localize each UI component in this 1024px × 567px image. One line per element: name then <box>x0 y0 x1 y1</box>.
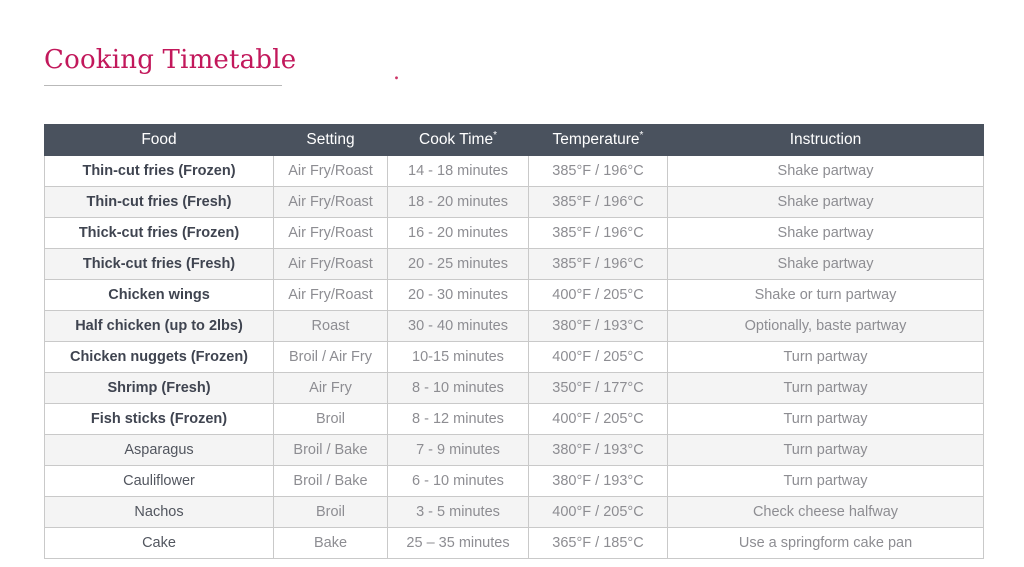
instruction-cell: Turn partway <box>667 434 984 466</box>
column-header-asterisk: * <box>493 129 497 141</box>
instruction-cell: Shake partway <box>667 217 984 249</box>
setting-cell: Broil <box>273 403 388 435</box>
instruction-cell: Turn partway <box>667 341 984 373</box>
cook-time-cell: 8 - 12 minutes <box>387 403 529 435</box>
food-cell: Shrimp (Fresh) <box>44 372 274 404</box>
temperature-cell: 400°F / 205°C <box>528 496 668 528</box>
food-cell: Chicken wings <box>44 279 274 311</box>
food-cell: Asparagus <box>44 434 274 466</box>
temperature-cell: 350°F / 177°C <box>528 372 668 404</box>
table-row[interactable]: Thick-cut fries (Frozen) Air Fry/Roast 16 … <box>44 217 984 249</box>
temperature-cell: 385°F / 196°C <box>528 186 668 218</box>
title-dot-mark: . <box>393 60 400 85</box>
food-cell: Nachos <box>44 496 274 528</box>
instruction-cell: Shake partway <box>667 155 984 187</box>
setting-cell: Roast <box>273 310 388 342</box>
column-header-food[interactable]: Food <box>44 124 274 156</box>
table-row[interactable]: Chicken nuggets (Frozen) Broil / Air Fry 1… <box>44 341 984 373</box>
temperature-cell: 380°F / 193°C <box>528 465 668 497</box>
column-header-label: Food <box>141 131 177 148</box>
temperature-cell: 385°F / 196°C <box>528 248 668 280</box>
cook-time-cell: 18 - 20 minutes <box>387 186 529 218</box>
temperature-cell: 380°F / 193°C <box>528 434 668 466</box>
table-row[interactable]: Half chicken (up to 2lbs) Roast 30 - 40 mi… <box>44 310 984 342</box>
food-cell: Thin-cut fries (Fresh) <box>44 186 274 218</box>
temperature-cell: 400°F / 205°C <box>528 279 668 311</box>
instruction-cell: Turn partway <box>667 465 984 497</box>
food-cell: Thin-cut fries (Frozen) <box>44 155 274 187</box>
column-header-label: Instruction <box>789 131 862 148</box>
column-header-setting[interactable]: Setting <box>273 124 388 156</box>
food-cell: Cake <box>44 527 274 559</box>
cook-time-cell: 16 - 20 minutes <box>387 217 529 249</box>
table-row[interactable]: Nachos Broil 3 - 5 minutes 400°F / 205°C Che… <box>44 496 984 528</box>
column-header-asterisk: * <box>639 129 644 141</box>
column-header-label: Temperature <box>552 131 640 148</box>
table-row[interactable]: Fish sticks (Frozen) Broil 8 - 12 minutes 4… <box>44 403 984 435</box>
setting-cell: Broil / Air Fry <box>273 341 388 373</box>
column-header-label: Setting <box>306 131 355 148</box>
column-header-temperature[interactable]: Temperature* <box>528 124 668 156</box>
cook-time-cell: 30 - 40 minutes <box>387 310 529 342</box>
cook-time-cell: 25 – 35 minutes <box>387 527 529 559</box>
table-row[interactable]: Shrimp (Fresh) Air Fry 8 - 10 minutes 350°F… <box>44 372 984 404</box>
cook-time-cell: 10-15 minutes <box>387 341 529 373</box>
title-underline-rule <box>44 85 282 86</box>
table-row[interactable]: Cauliflower Broil / Bake 6 - 10 minutes 380… <box>44 465 984 497</box>
instruction-cell: Turn partway <box>667 372 984 404</box>
temperature-cell: 365°F / 185°C <box>528 527 668 559</box>
setting-cell: Broil <box>273 496 388 528</box>
column-header-label: Cook Time <box>419 131 494 148</box>
instruction-cell: Turn partway <box>667 403 984 435</box>
setting-cell: Bake <box>273 527 388 559</box>
temperature-cell: 380°F / 193°C <box>528 310 668 342</box>
table-row[interactable]: Chicken wings Air Fry/Roast 20 - 30 minute… <box>44 279 984 311</box>
setting-cell: Air Fry/Roast <box>273 248 388 280</box>
instruction-cell: Optionally, baste partway <box>667 310 984 342</box>
table-row[interactable]: Thin-cut fries (Fresh) Air Fry/Roast 18 - … <box>44 186 984 218</box>
table-body: Thin-cut fries (Frozen) Air Fry/Roast 14 -… <box>44 155 984 559</box>
setting-cell: Air Fry/Roast <box>273 217 388 249</box>
column-header-instruction[interactable]: Instruction <box>667 124 984 156</box>
setting-cell: Air Fry/Roast <box>273 155 388 187</box>
temperature-cell: 385°F / 196°C <box>528 217 668 249</box>
cook-time-cell: 3 - 5 minutes <box>387 496 529 528</box>
page-title: Cooking Timetable <box>44 45 297 75</box>
setting-cell: Air Fry/Roast <box>273 279 388 311</box>
food-cell: Chicken nuggets (Frozen) <box>44 341 274 373</box>
temperature-cell: 400°F / 205°C <box>528 341 668 373</box>
cook-time-cell: 7 - 9 minutes <box>387 434 529 466</box>
temperature-cell: 400°F / 205°C <box>528 403 668 435</box>
setting-cell: Air Fry/Roast <box>273 186 388 218</box>
instruction-cell: Use a springform cake pan <box>667 527 984 559</box>
instruction-cell: Shake partway <box>667 186 984 218</box>
cooking-timetable-container: Food Setting Cook Time* Temperature* Instruc… <box>44 124 984 559</box>
table-header: Food Setting Cook Time* Temperature* Instruc… <box>44 124 984 156</box>
cooking-timetable: Food Setting Cook Time* Temperature* Instruc… <box>44 124 984 559</box>
table-row[interactable]: Thin-cut fries (Frozen) Air Fry/Roast 14 -… <box>44 155 984 187</box>
food-cell: Thick-cut fries (Fresh) <box>44 248 274 280</box>
cook-time-cell: 6 - 10 minutes <box>387 465 529 497</box>
table-header-row: Food Setting Cook Time* Temperature* Instruc… <box>44 124 984 156</box>
cook-time-cell: 20 - 25 minutes <box>387 248 529 280</box>
food-cell: Fish sticks (Frozen) <box>44 403 274 435</box>
instruction-cell: Shake or turn partway <box>667 279 984 311</box>
food-cell: Thick-cut fries (Frozen) <box>44 217 274 249</box>
table-row[interactable]: Cake Bake 25 – 35 minutes 365°F / 185°C Use … <box>44 527 984 559</box>
table-row[interactable]: Asparagus Broil / Bake 7 - 9 minutes 380°F … <box>44 434 984 466</box>
temperature-cell: 385°F / 196°C <box>528 155 668 187</box>
food-cell: Cauliflower <box>44 465 274 497</box>
cook-time-cell: 14 - 18 minutes <box>387 155 529 187</box>
column-header-cook-time[interactable]: Cook Time* <box>387 124 529 156</box>
instruction-cell: Shake partway <box>667 248 984 280</box>
setting-cell: Air Fry <box>273 372 388 404</box>
setting-cell: Broil / Bake <box>273 434 388 466</box>
food-cell: Half chicken (up to 2lbs) <box>44 310 274 342</box>
title-block: Cooking Timetable . <box>44 44 464 86</box>
setting-cell: Broil / Bake <box>273 465 388 497</box>
instruction-cell: Check cheese halfway <box>667 496 984 528</box>
cook-time-cell: 8 - 10 minutes <box>387 372 529 404</box>
cook-time-cell: 20 - 30 minutes <box>387 279 529 311</box>
table-row[interactable]: Thick-cut fries (Fresh) Air Fry/Roast 20 -… <box>44 248 984 280</box>
